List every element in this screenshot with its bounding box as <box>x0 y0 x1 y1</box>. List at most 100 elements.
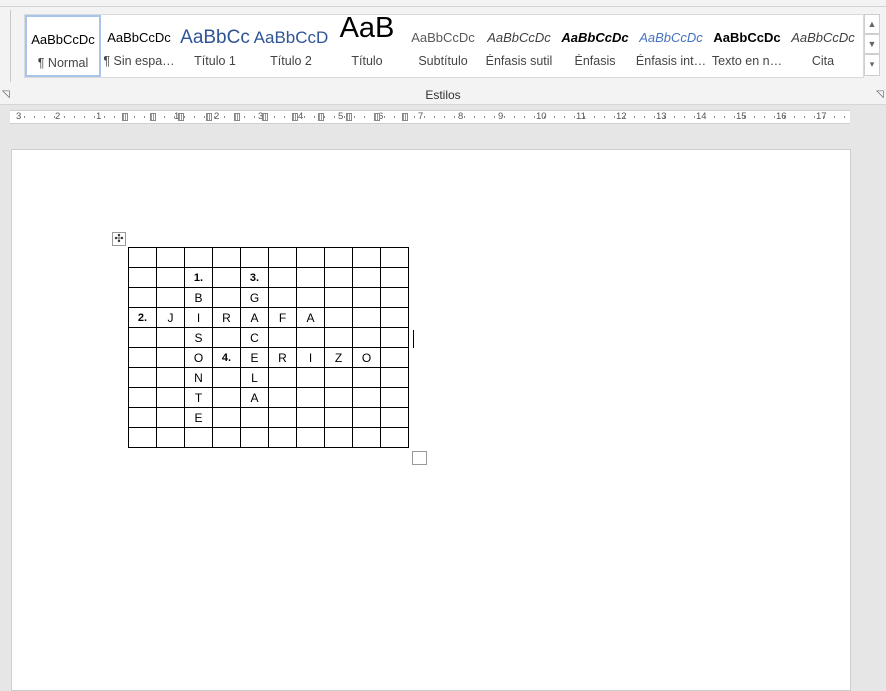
table-cell[interactable]: C <box>240 327 269 348</box>
table-cell[interactable] <box>296 287 325 308</box>
table-cell[interactable]: L <box>240 367 269 388</box>
table-cell[interactable] <box>352 427 381 448</box>
column-marker[interactable] <box>178 113 184 121</box>
table-cell[interactable] <box>324 307 353 328</box>
table-cell[interactable] <box>156 287 185 308</box>
table-cell[interactable] <box>296 427 325 448</box>
table-cell[interactable]: 3. <box>240 267 269 288</box>
table-cell[interactable] <box>128 287 157 308</box>
table-cell[interactable] <box>156 407 185 428</box>
table-cell[interactable]: T <box>184 387 213 408</box>
ruler-track[interactable]: 3 2 1 1 2 3 4 5 6 7 8 9 10 11 12 13 14 15 16 17 <box>10 110 850 124</box>
style-item[interactable]: AaBbCcDc Énfasis <box>557 15 633 77</box>
style-item[interactable]: AaBbCcD Título 2 <box>253 15 329 77</box>
table-cell[interactable] <box>380 327 409 348</box>
style-item[interactable]: AaBbCc Título 1 <box>177 15 253 77</box>
table-cell[interactable] <box>352 367 381 388</box>
table-cell[interactable] <box>352 327 381 348</box>
table-cell[interactable]: B <box>184 287 213 308</box>
column-marker[interactable] <box>234 113 240 121</box>
table-cell[interactable]: R <box>212 307 241 328</box>
table-cell[interactable] <box>352 267 381 288</box>
style-item[interactable]: AaB Título <box>329 13 405 77</box>
table-cell[interactable]: 2. <box>128 307 157 328</box>
table-cell[interactable] <box>324 427 353 448</box>
column-marker[interactable] <box>346 113 352 121</box>
table-cell[interactable] <box>324 327 353 348</box>
table-cell[interactable] <box>156 327 185 348</box>
table-cell[interactable] <box>380 307 409 328</box>
column-marker[interactable] <box>262 113 268 121</box>
table-cell[interactable] <box>352 307 381 328</box>
style-item[interactable]: AaBbCcDc Cita <box>785 15 861 77</box>
table-resize-handle[interactable] <box>412 451 427 465</box>
chevron-up-icon[interactable]: ▲ <box>864 14 880 34</box>
table-cell[interactable] <box>240 407 269 428</box>
column-marker[interactable] <box>374 113 380 121</box>
table-cell[interactable] <box>380 287 409 308</box>
table-cell[interactable]: O <box>352 347 381 368</box>
table-cell[interactable] <box>184 247 213 268</box>
table-cell[interactable] <box>296 387 325 408</box>
table-cell[interactable] <box>128 367 157 388</box>
table-cell[interactable] <box>268 367 297 388</box>
table-cell[interactable] <box>212 407 241 428</box>
table-cell[interactable] <box>128 347 157 368</box>
style-item[interactable]: AaBbCcDc Énfasis int… <box>633 15 709 77</box>
table-cell[interactable] <box>156 387 185 408</box>
table-cell[interactable]: A <box>240 307 269 328</box>
table-cell[interactable] <box>296 247 325 268</box>
table-cell[interactable] <box>128 267 157 288</box>
table-cell[interactable]: E <box>184 407 213 428</box>
style-item[interactable]: AaBbCcDc ¶ Normal <box>25 15 101 77</box>
table-cell[interactable] <box>212 427 241 448</box>
horizontal-ruler[interactable]: 3 2 1 1 2 3 4 5 6 7 8 9 10 11 12 13 14 15 16 17 <box>0 106 886 126</box>
table-cell[interactable] <box>184 427 213 448</box>
table-cell[interactable] <box>352 247 381 268</box>
table-cell[interactable]: G <box>240 287 269 308</box>
table-cell[interactable] <box>212 367 241 388</box>
table-cell[interactable] <box>268 247 297 268</box>
table-cell[interactable] <box>240 247 269 268</box>
table-cell[interactable] <box>380 427 409 448</box>
table-cell[interactable] <box>128 387 157 408</box>
table-cell[interactable] <box>268 427 297 448</box>
styles-dialog-launcher-icon[interactable]: ◹ <box>876 89 884 100</box>
table-cell[interactable] <box>324 267 353 288</box>
gallery-more-icon[interactable]: ▾ <box>864 54 880 76</box>
table-cell[interactable] <box>296 407 325 428</box>
column-marker[interactable] <box>150 113 156 121</box>
table-cell[interactable] <box>268 267 297 288</box>
table-cell[interactable] <box>212 327 241 348</box>
table-cell[interactable]: I <box>296 347 325 368</box>
table-cell[interactable] <box>296 327 325 348</box>
style-item[interactable]: AaBbCcDc Subtítulo <box>405 15 481 77</box>
table-cell[interactable] <box>268 387 297 408</box>
table-cell[interactable] <box>380 347 409 368</box>
table-cell[interactable] <box>128 247 157 268</box>
table-cell[interactable] <box>296 367 325 388</box>
table-cell[interactable] <box>268 407 297 428</box>
style-item[interactable]: AaBbCcDc ¶ Sin espa… <box>101 15 177 77</box>
table-cell[interactable] <box>156 247 185 268</box>
table-cell[interactable] <box>240 427 269 448</box>
table-cell[interactable] <box>352 407 381 428</box>
table-cell[interactable] <box>128 427 157 448</box>
table-cell[interactable] <box>380 387 409 408</box>
table-cell[interactable] <box>296 267 325 288</box>
table-cell[interactable] <box>324 387 353 408</box>
column-marker[interactable] <box>402 113 408 121</box>
table-cell[interactable] <box>352 387 381 408</box>
table-cell[interactable] <box>212 287 241 308</box>
table-cell[interactable] <box>156 367 185 388</box>
column-marker[interactable] <box>206 113 212 121</box>
table-cell[interactable] <box>268 327 297 348</box>
table-cell[interactable]: Z <box>324 347 353 368</box>
crossword-table[interactable]: 1. 3. B G 2. J I R A F A S C O 4. E R I Z O N L T A E <box>128 247 409 448</box>
table-cell[interactable] <box>268 287 297 308</box>
table-cell[interactable]: E <box>240 347 269 368</box>
table-cell[interactable] <box>212 387 241 408</box>
table-cell[interactable] <box>212 267 241 288</box>
table-cell[interactable] <box>156 347 185 368</box>
table-cell[interactable]: F <box>268 307 297 328</box>
